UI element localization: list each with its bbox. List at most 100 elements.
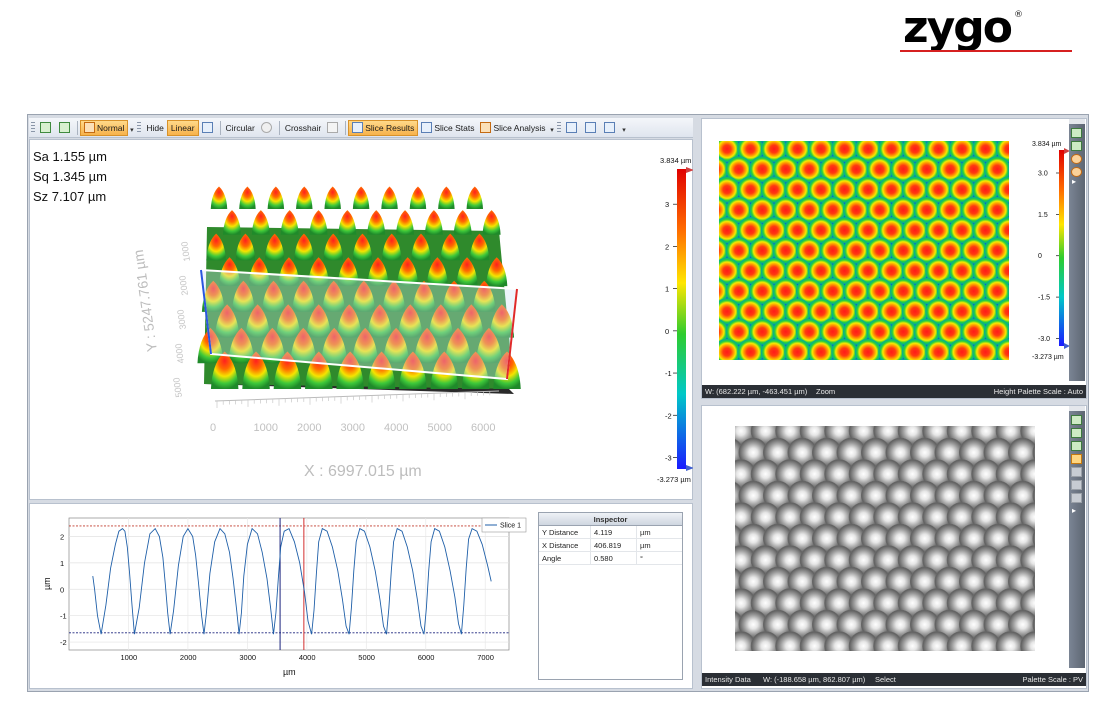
x-tick-label: 2000 [297,422,321,434]
normal-dropdown[interactable]: ▾ [128,122,135,134]
x-axis-title: µm [283,667,296,677]
colorbar-tick-label: -3.0 [1038,336,1050,343]
circular-slice-button[interactable]: Circular [223,120,258,136]
reset-view-button[interactable] [56,120,75,136]
slice-analysis-button[interactable]: Slice Analysis [477,120,548,136]
x-axis-line [214,390,500,402]
surface-peak [424,210,443,235]
hide-button[interactable]: Hide [143,120,166,136]
surface-peak [453,210,472,235]
toolbar-separator [345,120,347,135]
y-tick-label: 2000 [177,275,190,296]
slice-results-button[interactable]: Slice Results [348,119,419,136]
tool-mode[interactable]: Select [875,673,896,686]
reset-icon [59,122,70,133]
height-map-toolbar: ▸ [1069,119,1085,381]
colorbar-tick-label: 3.0 [1038,171,1048,178]
x-tick-label: 7000 [477,653,494,662]
bars-icon[interactable] [1071,454,1082,464]
y-tick-label: 1 [60,559,64,568]
expand-arrow-icon[interactable]: ▸ [1072,506,1076,515]
y-axis-ticks: 5000 4000 3000 2000 1000 [171,241,192,398]
reset-icon[interactable] [1071,441,1082,451]
surface-peak [396,210,415,235]
intensity-toolbar: ▸ [1069,406,1085,668]
x-tick-label: 1000 [120,653,137,662]
3d-surface-plot[interactable]: 0 1000 2000 3000 4000 5000 6000 X : 6997.015 µ… [29,139,693,500]
copy-button[interactable] [563,120,582,136]
intensity-image[interactable] [735,426,1035,651]
crosshair-tool-button[interactable] [324,120,343,136]
x-tick-label: 6000 [471,422,495,434]
surface-peak [482,210,501,235]
diagonal-line-icon [201,122,213,133]
height-map-colorbar: 3.834 µm 3.0 1.5 0 -1.5 -3.0 -3.273 µm [1032,141,1070,361]
palette-scale[interactable]: Height Palette Scale : Auto [994,385,1083,398]
colorbar-tick-label: -1 [665,369,672,378]
reset-icon[interactable] [1071,141,1082,151]
colorbar-max-marker[interactable] [686,167,693,173]
fit-icon[interactable] [1071,428,1082,438]
sidebar-grip[interactable] [1069,406,1085,411]
x-tick-label: 5000 [428,422,452,434]
check-icon[interactable] [1071,415,1082,425]
slice-results-label: Slice Results [365,122,415,133]
inspector-row[interactable]: Y Distance 4.119 µm [539,526,682,539]
toolbar-separator [219,120,221,135]
panel-splitter-grip[interactable]: ..... [354,497,363,500]
disabled-tool-icon [1071,493,1082,503]
height-colorbar [677,169,686,469]
inspector-row[interactable]: Angle 0.580 ° [539,552,682,565]
hide-label: Hide [146,122,164,133]
colorbar-tick-label: 0 [1038,253,1042,260]
slice-analysis-label: Slice Analysis [493,122,546,133]
palette-icon[interactable] [1071,154,1082,164]
colorbar-tick-label: 2 [665,242,669,251]
disabled-tool-icon [1071,467,1082,477]
colorbar-min-marker[interactable] [686,465,693,471]
surface-peak [381,186,398,209]
circular-tool-button[interactable] [258,120,277,136]
toolbar-grip [557,121,562,134]
slice-dropdown[interactable]: ▾ [548,122,555,134]
colorbar-tick-label: 3 [665,200,669,209]
surface-peak [309,210,328,235]
sidebar-grip[interactable] [1069,119,1085,124]
circle-icon [260,122,272,133]
slice-stats-button[interactable]: Slice Stats [418,120,477,136]
y-tick-label: 4000 [173,343,186,364]
fit-button[interactable] [37,120,56,136]
normal-view-button[interactable]: Normal [80,119,129,136]
surface-peak [324,186,341,209]
colorbar-tick-label: 1 [665,285,669,294]
linear-slice-button[interactable]: Linear [166,119,199,136]
tool-mode[interactable]: Zoom [816,385,835,398]
inspector-row[interactable]: X Distance 406.819 µm [539,539,682,552]
surface-peak [222,210,242,235]
height-map-dots [719,141,1009,360]
export-button[interactable] [582,120,601,136]
crosshair-icon [327,122,339,133]
color-picker-icon[interactable] [1071,167,1082,177]
slice-profile-chart[interactable]: 2 1 0 -1 -2 1000 2000 3000 4000 5000 6000 7000 µm µm S… [37,510,530,680]
linear-tool-button[interactable] [199,120,218,136]
palette-scale[interactable]: Palette Scale : PV [1023,673,1083,686]
expand-arrow-icon[interactable]: ▸ [1072,177,1076,186]
y-tick-label: 3000 [175,309,188,330]
print-button[interactable] [601,120,620,136]
y-tick-label: 2 [60,532,64,541]
toolbar-overflow-dropdown[interactable]: ▾ [620,122,627,134]
toolbar-grip [137,121,142,134]
colorbar-tick-label: 1.5 [1038,212,1048,219]
toolbar-grip[interactable] [31,121,35,134]
intensity-statusbar: Intensity Data W: (-188.658 µm, 862.807 … [702,673,1086,686]
inspector-name: Angle [539,552,591,564]
fit-icon[interactable] [1071,128,1082,138]
x-tick-label: 4000 [299,653,316,662]
zygo-logo: zygo ® [900,2,1075,54]
height-map-image[interactable] [719,141,1009,360]
cursor-coordinates: W: (682.222 µm, -463.451 µm) [705,387,808,396]
crosshair-button[interactable]: Crosshair [282,120,324,136]
x-tick-label: 3000 [341,422,365,434]
x-tick-label: 5000 [358,653,375,662]
